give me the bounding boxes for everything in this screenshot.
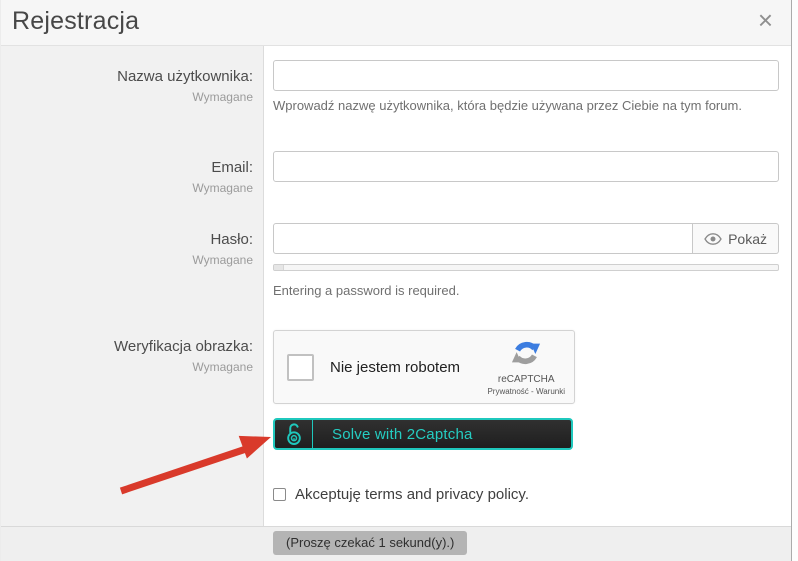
email-required-badge: Wymagane xyxy=(1,181,253,196)
username-input[interactable] xyxy=(273,60,779,91)
recaptcha-logo-icon xyxy=(511,338,541,368)
recaptcha-terms-link[interactable]: Warunki xyxy=(536,387,565,396)
password-strength-fill xyxy=(274,265,284,270)
terms-checkbox[interactable] xyxy=(273,488,286,501)
wait-submit-button[interactable]: (Proszę czekać 1 sekund(y).) xyxy=(273,531,467,555)
verification-row: Weryfikacja obrazka: Wymagane Nie jestem… xyxy=(1,330,791,503)
registration-dialog: Rejestracja × Nazwa użytkownika: Wymagan… xyxy=(0,0,798,561)
recaptcha-widget: Nie jestem robotem reCAPTCHA Prywatność xyxy=(273,330,575,404)
password-label: Hasło: xyxy=(1,231,253,249)
eye-icon xyxy=(704,233,722,245)
username-label: Nazwa użytkownika: xyxy=(1,68,253,86)
email-row: Email: Wymagane xyxy=(1,151,791,196)
show-password-label: Pokaż xyxy=(728,231,767,247)
show-password-button[interactable]: Pokaż xyxy=(693,223,779,254)
dialog-header: Rejestracja × xyxy=(1,0,791,46)
recaptcha-links: Prywatność - Warunki xyxy=(487,388,565,396)
email-label: Email: xyxy=(1,159,253,177)
dialog-right-edge xyxy=(791,0,798,561)
dialog-body: Nazwa użytkownika: Wymagane Wprowadź naz… xyxy=(1,46,791,527)
password-required-badge: Wymagane xyxy=(1,253,253,268)
password-help-text: Entering a password is required. xyxy=(273,283,779,299)
password-strength-meter xyxy=(273,264,779,271)
terms-row: Akceptuję terms and privacy policy. xyxy=(273,486,779,503)
username-row: Nazwa użytkownika: Wymagane Wprowadź naz… xyxy=(1,60,791,114)
dialog-footer: (Proszę czekać 1 sekund(y).) xyxy=(1,526,791,561)
recaptcha-checkbox[interactable] xyxy=(287,354,314,381)
terms-label: Akceptuję terms and privacy policy. xyxy=(295,486,529,503)
2captcha-lock-icon xyxy=(284,421,304,447)
recaptcha-brand-block: reCAPTCHA Prywatność - Warunki xyxy=(487,338,565,396)
recaptcha-links-separator: - xyxy=(531,387,534,396)
solve-with-2captcha-button[interactable]: Solve with 2Captcha xyxy=(273,418,573,450)
recaptcha-privacy-link[interactable]: Prywatność xyxy=(487,387,528,396)
password-row: Hasło: Wymagane Pokaż xyxy=(1,223,791,299)
username-help-text: Wprowadź nazwę użytkownika, która będzie… xyxy=(273,98,779,114)
close-icon[interactable]: × xyxy=(758,4,773,36)
verification-label: Weryfikacja obrazka: xyxy=(1,338,253,356)
email-input[interactable] xyxy=(273,151,779,182)
username-required-badge: Wymagane xyxy=(1,90,253,105)
recaptcha-brand-text: reCAPTCHA xyxy=(487,375,565,385)
solve-with-2captcha-label: Solve with 2Captcha xyxy=(313,420,473,448)
recaptcha-checkbox-label: Nie jestem robotem xyxy=(330,359,460,376)
dialog-title: Rejestracja xyxy=(12,7,139,36)
verification-required-badge: Wymagane xyxy=(1,360,253,375)
password-input[interactable] xyxy=(273,223,693,254)
